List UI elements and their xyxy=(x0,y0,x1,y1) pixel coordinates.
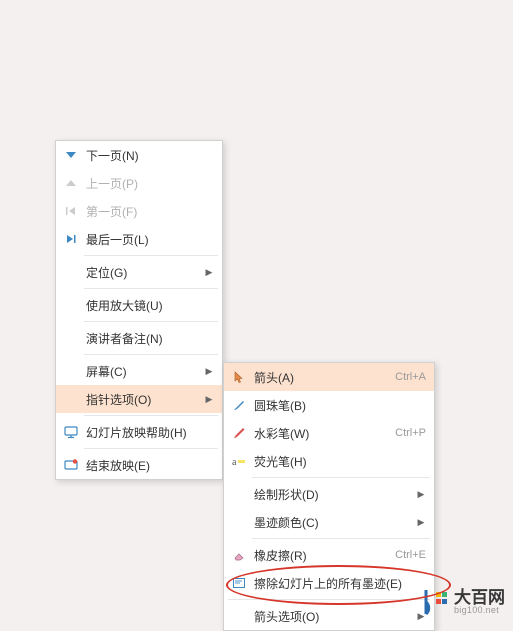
menu-label: 最后一页(L) xyxy=(82,231,216,248)
triangle-down-icon xyxy=(60,149,82,161)
menu-item-pointer-options[interactable]: 指针选项(O) ▶ xyxy=(56,385,222,413)
menu-label: 演讲者备注(N) xyxy=(82,330,216,347)
menu-separator xyxy=(84,288,218,289)
menu-item-next-page[interactable]: 下一页(N) xyxy=(56,141,222,169)
menu-label: 墨迹颜色(C) xyxy=(250,514,414,531)
menu-item-slideshow-help[interactable]: 幻灯片放映帮助(H) xyxy=(56,418,222,446)
shortcut-text: Ctrl+E xyxy=(395,549,428,561)
menu-separator xyxy=(228,599,430,600)
submenu-arrow-icon: ▶ xyxy=(202,267,216,278)
watermark-url: big100.net xyxy=(454,606,505,615)
menu-item-end-show[interactable]: 结束放映(E) xyxy=(56,451,222,479)
menu-separator xyxy=(84,354,218,355)
submenu-item-ink-color[interactable]: 墨迹颜色(C) ▶ xyxy=(224,508,434,536)
highlighter-icon: a xyxy=(228,454,250,468)
menu-label: 上一页(P) xyxy=(82,175,216,192)
menu-label: 下一页(N) xyxy=(82,147,216,164)
erase-all-icon xyxy=(228,576,250,590)
submenu-item-ballpoint[interactable]: 圆珠笔(B) xyxy=(224,391,434,419)
menu-label: 箭头(A) xyxy=(250,369,395,386)
submenu-item-erase-all-ink[interactable]: 擦除幻灯片上的所有墨迹(E) xyxy=(224,569,434,597)
menu-label: 圆珠笔(B) xyxy=(250,397,428,414)
submenu-arrow-icon: ▶ xyxy=(414,517,428,528)
shortcut-text: Ctrl+P xyxy=(395,427,428,439)
submenu-item-highlighter[interactable]: a 荧光笔(H) xyxy=(224,447,434,475)
submenu-arrow-icon: ▶ xyxy=(202,394,216,405)
menu-item-first-page[interactable]: 第一页(F) xyxy=(56,197,222,225)
menu-label: 第一页(F) xyxy=(82,203,216,220)
menu-separator xyxy=(84,255,218,256)
menu-label: 幻灯片放映帮助(H) xyxy=(82,424,216,441)
submenu-item-arrow-options[interactable]: 箭头选项(O) ▶ xyxy=(224,602,434,630)
pointer-arrow-icon xyxy=(228,370,250,384)
skip-first-icon xyxy=(60,205,82,217)
context-menu-pointer-options: 箭头(A) Ctrl+A 圆珠笔(B) 水彩笔(W) Ctrl+P a 荧光笔(… xyxy=(223,362,435,631)
eraser-icon xyxy=(228,548,250,562)
skip-last-icon xyxy=(60,233,82,245)
menu-item-speaker-notes[interactable]: 演讲者备注(N) xyxy=(56,324,222,352)
triangle-up-icon xyxy=(60,177,82,189)
menu-label: 水彩笔(W) xyxy=(250,425,395,442)
svg-text:a: a xyxy=(232,457,237,468)
submenu-arrow-icon: ▶ xyxy=(414,489,428,500)
shortcut-text: Ctrl+A xyxy=(395,371,428,383)
menu-separator xyxy=(252,538,430,539)
menu-separator xyxy=(84,448,218,449)
watermark-logo-icon xyxy=(420,588,448,616)
brush-icon xyxy=(228,426,250,440)
submenu-arrow-icon: ▶ xyxy=(202,366,216,377)
submenu-item-draw-shape[interactable]: 绘制形状(D) ▶ xyxy=(224,480,434,508)
menu-label: 荧光笔(H) xyxy=(250,453,428,470)
watermark-title: 大百网 xyxy=(454,589,505,606)
menu-label: 擦除幻灯片上的所有墨迹(E) xyxy=(250,575,428,592)
watermark: 大百网 big100.net xyxy=(420,588,505,616)
menu-label: 结束放映(E) xyxy=(82,457,216,474)
menu-label: 屏幕(C) xyxy=(82,363,202,380)
submenu-item-arrow[interactable]: 箭头(A) Ctrl+A xyxy=(224,363,434,391)
menu-item-goto[interactable]: 定位(G) ▶ xyxy=(56,258,222,286)
menu-label: 使用放大镜(U) xyxy=(82,297,216,314)
submenu-item-eraser[interactable]: 橡皮擦(R) Ctrl+E xyxy=(224,541,434,569)
end-presentation-icon xyxy=(60,458,82,472)
menu-label: 绘制形状(D) xyxy=(250,486,414,503)
menu-item-screen[interactable]: 屏幕(C) ▶ xyxy=(56,357,222,385)
menu-separator xyxy=(252,477,430,478)
menu-label: 定位(G) xyxy=(82,264,202,281)
pen-icon xyxy=(228,398,250,412)
submenu-item-watercolor[interactable]: 水彩笔(W) Ctrl+P xyxy=(224,419,434,447)
presentation-screen-icon xyxy=(60,425,82,439)
menu-separator xyxy=(84,321,218,322)
menu-label: 箭头选项(O) xyxy=(250,608,414,625)
context-menu-main: 下一页(N) 上一页(P) 第一页(F) 最后一页(L) 定位(G) ▶ 使用放… xyxy=(55,140,223,480)
menu-item-last-page[interactable]: 最后一页(L) xyxy=(56,225,222,253)
menu-label: 橡皮擦(R) xyxy=(250,547,395,564)
menu-label: 指针选项(O) xyxy=(82,391,202,408)
menu-item-prev-page[interactable]: 上一页(P) xyxy=(56,169,222,197)
menu-separator xyxy=(84,415,218,416)
menu-item-magnifier[interactable]: 使用放大镜(U) xyxy=(56,291,222,319)
